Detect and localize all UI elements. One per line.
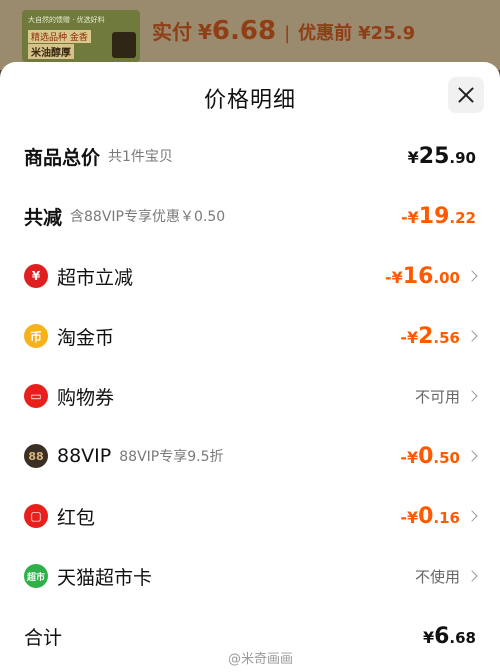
- row-amount: -¥ 0.50: [400, 444, 460, 469]
- product-summary-bar: 大自然的馈赠 · 优选好料 精选品种 金香 米油醇厚 实付 ¥ 6.68 | 优…: [0, 0, 500, 70]
- row-88vip[interactable]: 88 88VIP 88VIP专享9.5折 -¥ 0.50: [0, 434, 500, 478]
- amount-int: 25: [418, 143, 450, 169]
- row-goods-total: 商品总价 共1件宝贝 ¥25.90: [0, 134, 500, 178]
- product-strip-text: 大自然的馈赠 · 优选好料: [28, 16, 105, 24]
- paid-amount: 6.68: [211, 16, 277, 46]
- coupon-icon: ▭: [24, 384, 48, 408]
- amount-yen: ¥: [407, 147, 419, 167]
- row-supermarket-discount[interactable]: ¥ 超市立减 -¥ 16.00: [0, 254, 500, 298]
- red-packet-icon: ▢: [24, 504, 48, 528]
- amount-int: 6: [434, 623, 450, 649]
- amount-dec: .56: [433, 328, 460, 347]
- product-text-1: 精选品种 金香: [28, 30, 91, 43]
- sheet-title: 价格明细: [203, 88, 296, 113]
- row-amount: -¥ 19.22: [401, 204, 476, 229]
- amount-dec: .90: [449, 148, 476, 167]
- coin-icon: 币: [24, 324, 48, 348]
- paid-label: 实付: [152, 20, 192, 44]
- amount-int: 19: [418, 203, 450, 229]
- chevron-right-icon: [466, 510, 478, 522]
- row-label: 天猫超市卡: [57, 566, 153, 589]
- row-tao-coins[interactable]: 币 淘金币 -¥ 2.56: [0, 314, 500, 358]
- chevron-right-icon: [466, 390, 478, 402]
- price-separator: |: [284, 23, 291, 44]
- row-label: 淘金币: [57, 326, 115, 349]
- row-tmall-card[interactable]: 超市 天猫超市卡 不使用: [0, 554, 500, 598]
- amount-yen: -¥: [400, 447, 419, 467]
- row-status: 不使用: [414, 567, 460, 586]
- amount-yen: ¥: [422, 627, 435, 647]
- tmall-card-icon: 超市: [24, 564, 48, 588]
- row-shopping-voucher[interactable]: ▭ 购物券 不可用: [0, 374, 500, 418]
- amount-yen: -¥: [401, 207, 419, 227]
- paid-price: 实付 ¥ 6.68 | 优惠前 ¥25.9: [152, 16, 415, 46]
- amount-dec: .50: [433, 448, 460, 467]
- row-status: 不可用: [414, 387, 460, 406]
- row-label: 购物券: [57, 386, 115, 409]
- row-label: 共减: [24, 206, 63, 229]
- amount-dec: .68: [449, 628, 476, 647]
- row-label: 商品总价: [24, 146, 101, 169]
- product-text-2: 米油醇厚: [28, 44, 74, 59]
- row-total-discount: 共减 含88VIP专享优惠￥0.50 -¥ 19.22: [0, 194, 500, 238]
- chevron-right-icon: [466, 330, 478, 342]
- row-label: 红包: [57, 506, 96, 529]
- row-amount: -¥ 2.56: [400, 324, 460, 349]
- row-amount: -¥ 16.00: [385, 264, 460, 289]
- price-detail-sheet: 价格明细 商品总价 共1件宝贝 ¥25.90 共减 含88VIP专享优惠￥0.5…: [0, 62, 500, 672]
- row-label: 超市立减: [57, 266, 134, 289]
- row-sub: 88VIP专享9.5折: [119, 449, 224, 465]
- chevron-right-icon: [466, 450, 478, 462]
- pre-discount-amount: ¥25.9: [358, 23, 416, 44]
- row-sub: 共1件宝贝: [108, 149, 173, 165]
- market-icon: ¥: [24, 264, 48, 288]
- amount-dec: .00: [433, 268, 460, 287]
- close-button[interactable]: [448, 77, 484, 113]
- amount-dec: .22: [449, 208, 476, 227]
- watermark: @米奇画画: [228, 652, 294, 667]
- amount-yen: -¥: [385, 267, 403, 287]
- chevron-right-icon: [466, 570, 478, 582]
- amount-int: 0: [418, 443, 434, 469]
- vip-icon: 88: [24, 444, 48, 468]
- row-label: 合计: [24, 626, 63, 649]
- product-thumbnail[interactable]: 大自然的馈赠 · 优选好料 精选品种 金香 米油醇厚: [22, 10, 140, 62]
- amount-int: 16: [402, 263, 434, 289]
- row-red-packet[interactable]: ▢ 红包 -¥ 0.16: [0, 494, 500, 538]
- amount-dec: .16: [433, 508, 460, 527]
- chevron-right-icon: [466, 270, 478, 282]
- amount-yen: -¥: [400, 507, 419, 527]
- row-amount: ¥25.90: [408, 144, 476, 169]
- row-label: 88VIP: [57, 445, 112, 467]
- pre-discount-label: 优惠前: [298, 23, 353, 44]
- row-amount: -¥ 0.16: [400, 504, 460, 529]
- amount-int: 0: [418, 503, 434, 529]
- paid-yen: ¥: [198, 20, 212, 44]
- product-jar-image: [112, 32, 136, 58]
- row-sub: 含88VIP专享优惠￥0.50: [70, 209, 226, 225]
- row-amount: ¥6.68: [423, 624, 476, 649]
- amount-yen: -¥: [400, 327, 419, 347]
- amount-int: 2: [418, 323, 434, 349]
